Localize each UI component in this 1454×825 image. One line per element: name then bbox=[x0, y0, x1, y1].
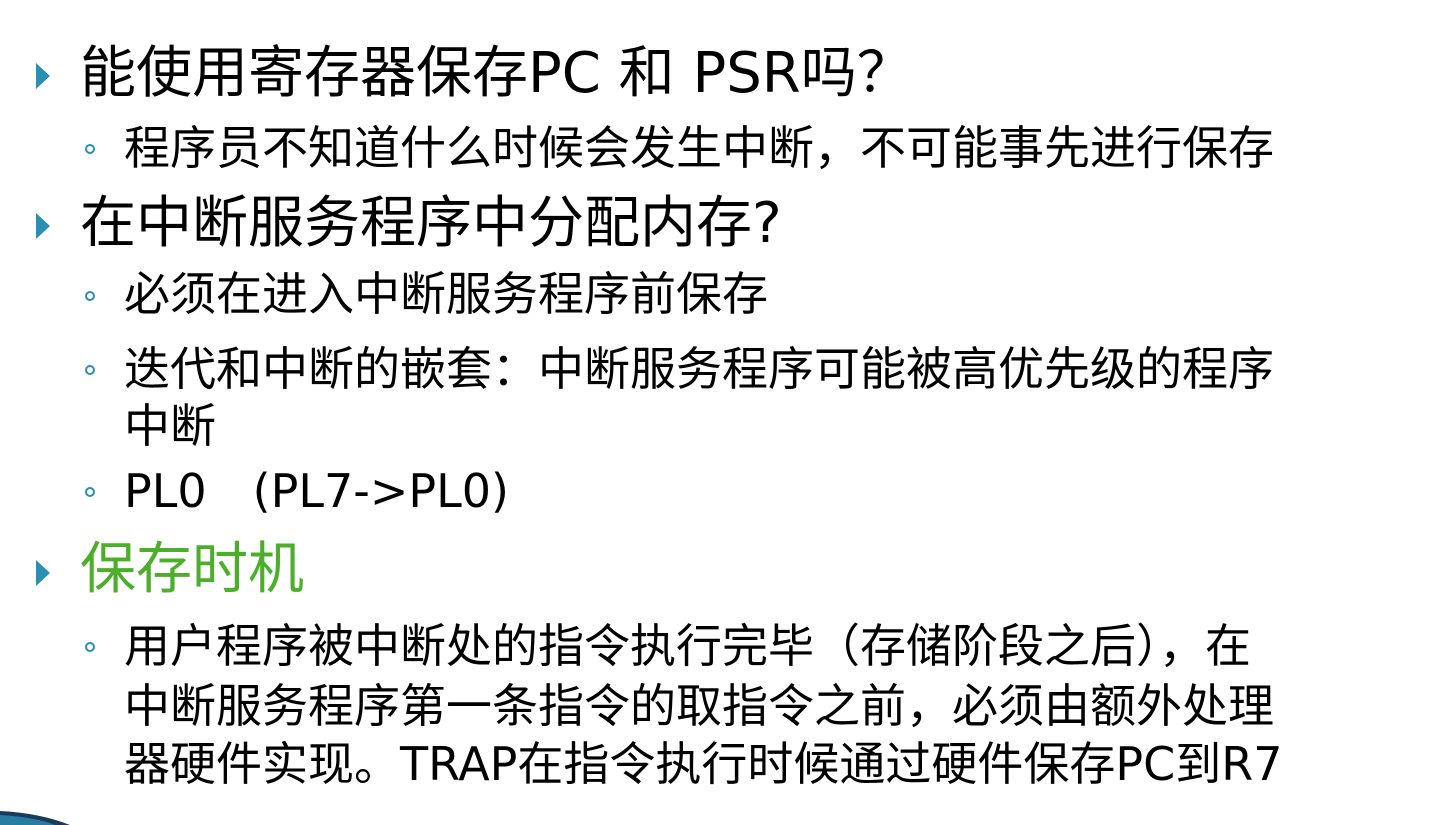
triangle-bullet-icon bbox=[36, 63, 50, 89]
bullet-q1-title: 能使用寄存器保存PC 和 PSR吗？ bbox=[80, 41, 913, 106]
triangle-bullet-icon bbox=[36, 213, 50, 239]
bullet-q2-title: 在中断服务程序中分配内存? bbox=[80, 191, 782, 256]
circle-bullet-icon bbox=[85, 144, 95, 154]
bullet-q3-title: 保存时机 bbox=[80, 537, 304, 602]
bullet-q2-sub1: 必须在进入中断服务程序前保存 bbox=[124, 267, 768, 321]
triangle-bullet-icon bbox=[36, 560, 50, 586]
circle-bullet-icon bbox=[85, 642, 95, 652]
bullet-q3-sub1-line2: 中断服务程序第一条指令的取指令之前，必须由额外处理 bbox=[124, 679, 1274, 733]
slide: 能使用寄存器保存PC 和 PSR吗？ 程序员不知道什么时候会发生中断，不可能事先… bbox=[0, 0, 1454, 825]
bullet-q3-sub1-line1: 用户程序被中断处的指令执行完毕（存储阶段之后），在 bbox=[124, 619, 1251, 673]
circle-bullet-icon bbox=[85, 365, 95, 375]
bullet-q2-sub3: PL0 (PL7->PL0) bbox=[124, 464, 509, 518]
corner-swoosh-decoration bbox=[0, 811, 70, 825]
bullet-q3-sub1-line3: 器硬件实现。TRAP在指令执行时候通过硬件保存PC到R7 bbox=[124, 737, 1283, 791]
circle-bullet-icon bbox=[85, 487, 95, 497]
bullet-q1-sub1: 程序员不知道什么时候会发生中断，不可能事先进行保存 bbox=[124, 121, 1274, 175]
bullet-q2-sub2-line2: 中断 bbox=[124, 399, 216, 453]
circle-bullet-icon bbox=[85, 291, 95, 301]
bullet-q2-sub2-line1: 迭代和中断的嵌套：中断服务程序可能被高优先级的程序 bbox=[124, 342, 1274, 396]
